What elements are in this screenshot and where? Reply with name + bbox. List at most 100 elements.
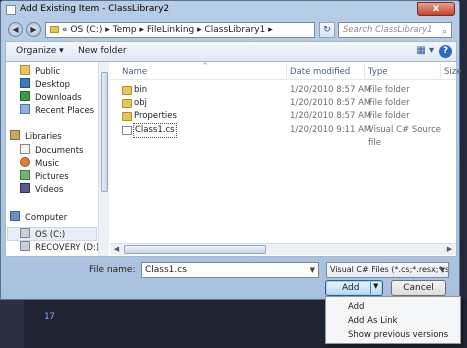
folder-icon — [122, 99, 132, 108]
nav-item-os-c[interactable]: OS (C:) — [20, 228, 65, 241]
file-name: obj — [134, 98, 147, 108]
file-type-select[interactable]: Visual C# Files (*.cs;*.resx;*.setti ▼ — [326, 262, 449, 278]
back-button[interactable]: ◀ — [8, 22, 23, 37]
chevron-down-icon[interactable]: ▼ — [440, 263, 445, 277]
command-toolbar: Organize ▾ New folder ▦ ▾ ? — [5, 41, 457, 61]
nav-item-computer[interactable]: Computer — [10, 211, 67, 224]
column-name[interactable]: Name — [122, 67, 147, 77]
pictures-icon — [20, 170, 30, 180]
folder-icon — [122, 112, 132, 121]
add-existing-item-dialog: Add Existing Item - ClassLibrary2 x ◀ ▶ … — [0, 0, 461, 300]
file-name-input[interactable]: Class1.cs ▼ — [141, 262, 319, 278]
recent-places-icon — [20, 104, 30, 114]
nav-item-public[interactable]: Public — [20, 65, 60, 78]
nav-item-music[interactable]: Music — [20, 157, 59, 170]
address-path: « OS (C:) ▸ Temp ▸ FileLinking ▸ ClassLi… — [62, 25, 273, 35]
file-type-value: Visual C# Files (*.cs;*.resx;*.setti — [330, 265, 449, 274]
nav-scrollbar[interactable] — [98, 62, 109, 256]
file-name-value: Class1.cs — [145, 265, 187, 275]
forward-button[interactable]: ▶ — [26, 22, 41, 37]
search-input[interactable]: Search ClassLibrary1 ⌕ — [338, 22, 452, 38]
address-bar[interactable]: « OS (C:) ▸ Temp ▸ FileLinking ▸ ClassLi… — [45, 22, 315, 38]
scroll-right-icon[interactable]: ▶ — [444, 244, 455, 255]
refresh-button[interactable]: ↻ — [319, 22, 335, 38]
nav-item-desktop[interactable]: Desktop — [20, 78, 70, 91]
nav-item-recovery-d[interactable]: RECOVERY (D:) — [20, 241, 98, 254]
close-button[interactable]: x — [417, 2, 455, 16]
search-placeholder: Search ClassLibrary1 — [343, 25, 433, 35]
computer-icon — [10, 211, 20, 221]
scroll-left-icon[interactable]: ◀ — [111, 244, 122, 255]
file-name: Properties — [134, 111, 177, 121]
nav-item-pictures[interactable]: Pictures — [20, 170, 69, 183]
help-icon[interactable]: ? — [439, 45, 452, 58]
column-divider[interactable] — [286, 64, 287, 78]
file-date: 1/20/2010 8:57 AM — [290, 111, 372, 121]
nav-scroll-thumb[interactable] — [101, 72, 108, 192]
split-divider — [370, 282, 371, 294]
csharp-file-icon — [122, 126, 132, 135]
editor-line-number: 17 — [44, 312, 55, 322]
libraries-icon — [10, 130, 20, 140]
sort-indicator-icon: ^ — [202, 62, 208, 70]
nav-item-downloads[interactable]: Downloads — [20, 91, 82, 104]
file-type: Visual C# Source file — [368, 125, 442, 148]
new-folder-button[interactable]: New folder — [78, 46, 127, 56]
column-divider[interactable] — [364, 64, 365, 78]
add-button-label: Add — [342, 283, 360, 293]
address-row: ◀ ▶ « OS (C:) ▸ Temp ▸ FileLinking ▸ Cla… — [5, 21, 457, 39]
horizontal-scrollbar[interactable]: ◀ ▶ — [110, 243, 456, 255]
file-date: 1/20/2010 8:57 AM — [290, 85, 372, 95]
nav-item-videos[interactable]: Videos — [20, 183, 63, 196]
nav-item-recent-places[interactable]: Recent Places — [20, 104, 94, 117]
add-split-button[interactable]: Add ▼ — [325, 280, 383, 296]
column-size[interactable]: Size — [444, 67, 461, 77]
file-name: Class1.cs — [133, 123, 177, 138]
menu-item-add[interactable]: Add — [348, 302, 364, 312]
file-date: 1/20/2010 8:57 AM — [290, 98, 372, 108]
cancel-button[interactable]: Cancel — [391, 280, 446, 296]
window-icon — [6, 5, 16, 15]
add-dropdown-menu: Add Add As Link Show previous versions — [325, 296, 461, 344]
nav-item-documents[interactable]: Documents — [20, 144, 83, 157]
editor-gutter — [0, 300, 24, 348]
folder-icon — [50, 26, 59, 33]
public-folder-icon — [20, 65, 30, 75]
add-dropdown-arrow-icon[interactable]: ▼ — [373, 282, 378, 290]
downloads-icon — [20, 91, 30, 101]
search-icon: ⌕ — [442, 27, 447, 37]
organize-button[interactable]: Organize ▾ — [16, 46, 64, 56]
file-type: File folder — [368, 85, 410, 95]
column-date[interactable]: Date modified — [290, 67, 350, 77]
column-header: ^ Name Date modified Type Size — [110, 62, 461, 80]
menu-item-show-previous-versions[interactable]: Show previous versions — [348, 330, 448, 340]
navigation-pane: Public Desktop Downloads Recent Places L… — [6, 62, 98, 256]
file-list: ^ Name Date modified Type Size bin 1/20/… — [110, 62, 461, 256]
browser-area: Public Desktop Downloads Recent Places L… — [5, 61, 461, 257]
chevron-down-icon[interactable]: ▼ — [310, 263, 315, 277]
file-row[interactable]: Properties 1/20/2010 8:57 AM File folder — [110, 110, 450, 123]
menu-item-add-as-link[interactable]: Add As Link — [348, 316, 398, 326]
views-icon[interactable]: ▦ ▾ — [416, 45, 434, 56]
column-type[interactable]: Type — [368, 67, 388, 77]
music-icon — [20, 157, 30, 167]
file-name: bin — [134, 85, 148, 95]
file-name-label: File name: — [89, 265, 136, 275]
file-type: File folder — [368, 111, 410, 121]
nav-item-libraries[interactable]: Libraries — [10, 130, 62, 143]
desktop-icon — [20, 78, 30, 88]
horizontal-scroll-thumb[interactable] — [124, 245, 266, 254]
folder-icon — [122, 86, 132, 95]
file-date: 1/20/2010 9:11 AM — [290, 125, 372, 135]
title-bar[interactable]: Add Existing Item - ClassLibrary2 x — [1, 1, 459, 19]
column-divider[interactable] — [440, 64, 441, 78]
videos-icon — [20, 183, 30, 193]
window-title: Add Existing Item - ClassLibrary2 — [20, 4, 170, 14]
file-type: File folder — [368, 98, 410, 108]
file-row[interactable]: bin 1/20/2010 8:57 AM File folder — [110, 84, 450, 97]
drive-icon — [20, 241, 30, 251]
file-row-selected[interactable]: Class1.cs 1/20/2010 9:11 AM Visual C# So… — [110, 123, 450, 148]
documents-icon — [20, 144, 30, 154]
file-row[interactable]: obj 1/20/2010 8:57 AM File folder — [110, 97, 450, 110]
drive-icon — [20, 228, 30, 238]
